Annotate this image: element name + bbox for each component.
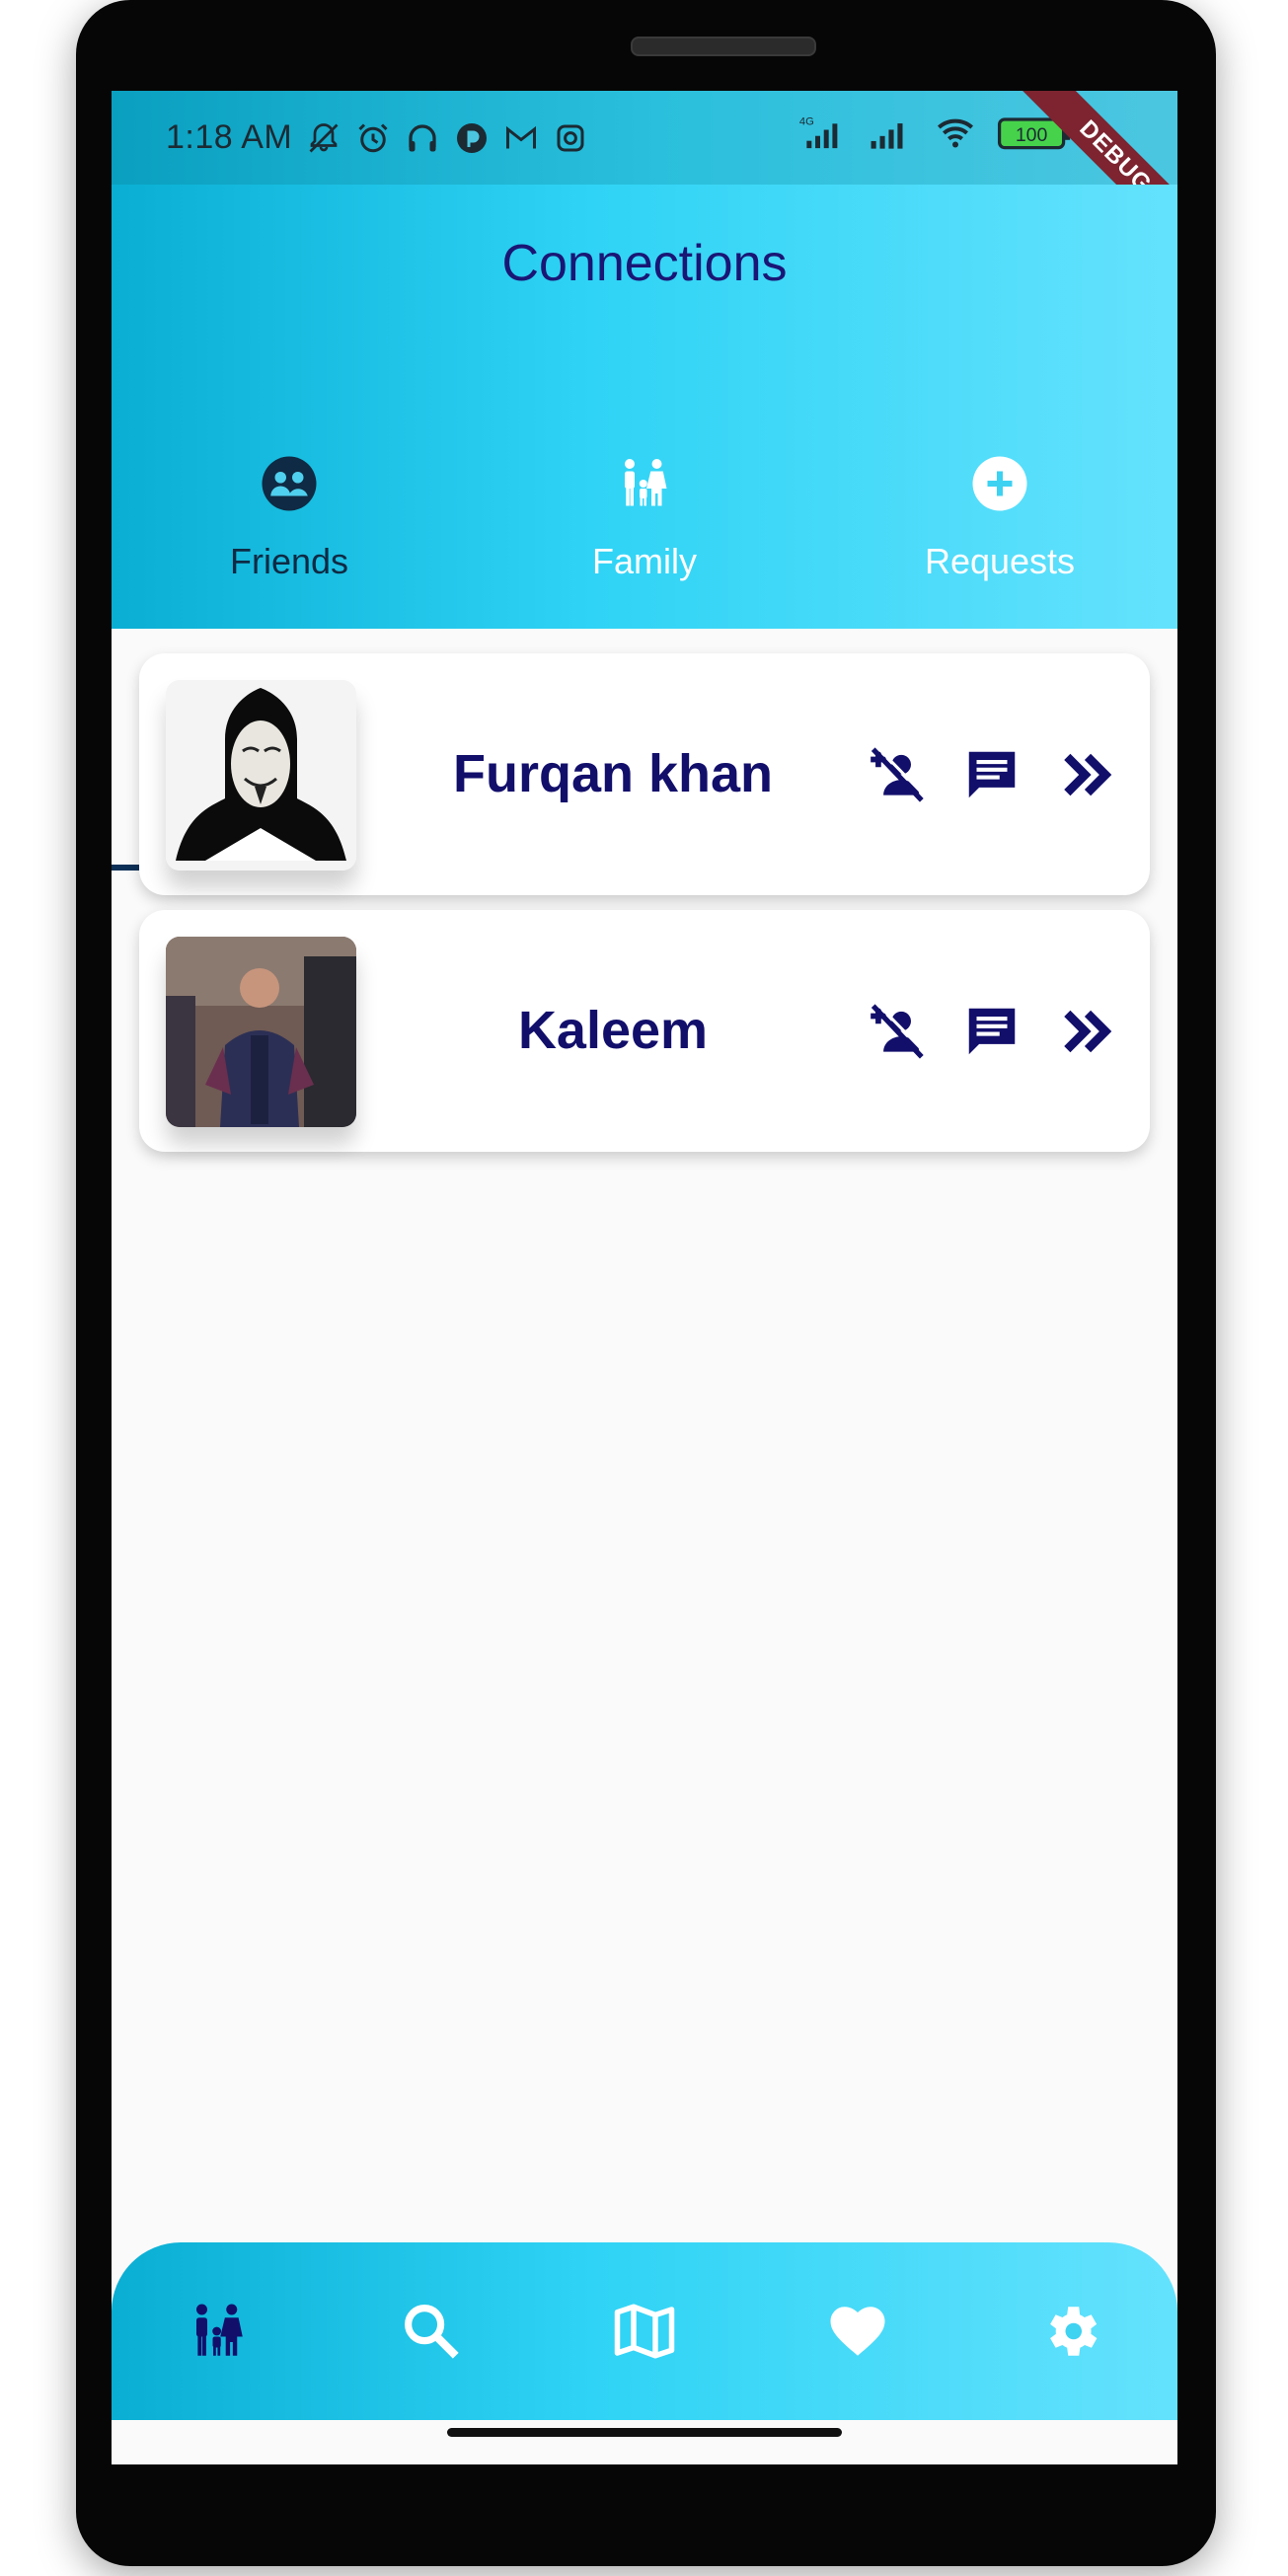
add-circle-icon — [972, 456, 1027, 511]
family-icon — [196, 2304, 243, 2356]
tab-bar: Friends Family Requests — [112, 426, 1177, 871]
bottom-nav — [112, 2242, 1177, 2420]
friends-list: Furqan khan Kaleem — [139, 653, 1150, 1167]
heart-icon — [830, 2307, 885, 2356]
double-chevron-right-icon[interactable] — [1057, 744, 1118, 805]
friends-icon — [262, 456, 317, 511]
unfriend-icon[interactable] — [866, 1001, 927, 1062]
nav-family[interactable] — [112, 2242, 325, 2420]
avatar[interactable] — [166, 680, 356, 871]
double-chevron-right-icon[interactable] — [1057, 1001, 1118, 1062]
map-icon — [614, 2304, 675, 2359]
signal-icon: 4G — [799, 116, 838, 149]
gmail-icon — [506, 125, 537, 148]
person-photo — [166, 937, 356, 1127]
status-bar: 1:18 AM 4G 100 DEBUG — [112, 91, 1177, 258]
tab-requests[interactable]: Requests — [822, 426, 1177, 629]
alarm-icon — [358, 122, 388, 152]
app-icon — [457, 122, 488, 153]
search-icon — [405, 2305, 459, 2359]
headset-icon — [409, 123, 436, 151]
friend-card[interactable]: Kaleem — [139, 910, 1150, 1152]
friend-actions — [866, 910, 1118, 1152]
family-icon — [625, 459, 667, 506]
friend-name: Furqan khan — [452, 744, 774, 803]
home-indicator[interactable] — [447, 2428, 842, 2437]
instagram-icon — [557, 124, 584, 151]
svg-text:4G: 4G — [799, 116, 814, 128]
phone-speaker — [631, 37, 816, 56]
tab-friends[interactable]: Friends — [112, 426, 467, 629]
nav-map[interactable] — [538, 2242, 751, 2420]
message-icon[interactable] — [961, 1001, 1023, 1062]
signal-icon-2 — [871, 123, 903, 149]
friend-actions — [866, 653, 1118, 895]
app-bar: Connections Friends Family Requests — [112, 185, 1177, 871]
wifi-icon — [938, 118, 973, 148]
friend-card[interactable]: Furqan khan — [139, 653, 1150, 895]
bell-off-icon — [309, 122, 339, 152]
message-icon[interactable] — [961, 744, 1023, 805]
tab-label-requests: Requests — [924, 541, 1076, 581]
avatar[interactable] — [166, 937, 356, 1127]
status-time: 1:18 AM — [166, 118, 293, 156]
tab-family[interactable]: Family — [467, 426, 822, 629]
settings-icon — [1050, 2307, 1098, 2356]
status-system-icons: 4G 100 — [790, 113, 1074, 152]
nav-search[interactable] — [325, 2242, 538, 2420]
svg-text:100: 100 — [1016, 124, 1048, 146]
tab-label-family: Family — [592, 541, 697, 581]
nav-favorites[interactable] — [751, 2242, 964, 2420]
app-screen: 1:18 AM 4G 100 DEBUG Connections Friends… — [112, 91, 1177, 2464]
friend-name: Kaleem — [517, 1001, 709, 1060]
anonymous-mask-photo — [166, 680, 356, 871]
status-notification-icons — [306, 120, 588, 156]
tab-label-friends: Friends — [229, 541, 349, 581]
page-title: Connections — [501, 235, 788, 292]
unfriend-icon[interactable] — [866, 744, 927, 805]
nav-settings[interactable] — [964, 2242, 1177, 2420]
